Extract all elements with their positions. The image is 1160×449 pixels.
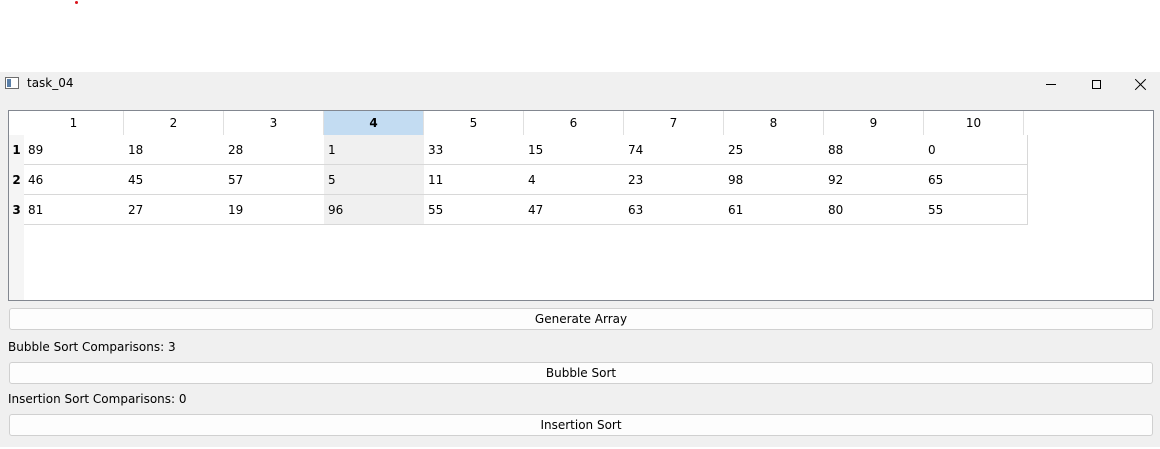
- red-dot-marker: [75, 1, 78, 4]
- column-header-9[interactable]: 9: [824, 111, 924, 135]
- insertion-sort-comparisons-label: Insertion Sort Comparisons: 0: [8, 392, 187, 406]
- table-cell[interactable]: 15: [524, 135, 628, 165]
- column-header-3[interactable]: 3: [224, 111, 324, 135]
- table-cell[interactable]: 88: [824, 135, 928, 165]
- table-cell[interactable]: 80: [824, 195, 928, 225]
- table-corner[interactable]: [9, 111, 24, 135]
- table-cell[interactable]: 19: [224, 195, 328, 225]
- table-cell[interactable]: 0: [924, 135, 1028, 165]
- close-button[interactable]: [1118, 72, 1160, 96]
- table-cell[interactable]: 18: [124, 135, 228, 165]
- column-header-4[interactable]: 4: [324, 111, 424, 135]
- app-window-icon: [5, 77, 19, 89]
- minimize-icon: [1046, 83, 1056, 85]
- table-cell[interactable]: 89: [24, 135, 128, 165]
- table-cell[interactable]: 55: [924, 195, 1028, 225]
- title-bar[interactable]: task_04: [0, 72, 1160, 96]
- row-header-3[interactable]: 3: [9, 195, 24, 225]
- table-cell[interactable]: 92: [824, 165, 928, 195]
- maximize-icon: [1091, 79, 1101, 89]
- column-header-8[interactable]: 8: [724, 111, 824, 135]
- row-header-1[interactable]: 1: [9, 135, 24, 165]
- table-cell[interactable]: 55: [424, 195, 528, 225]
- table-cell[interactable]: 27: [124, 195, 228, 225]
- table-cell[interactable]: 81: [24, 195, 128, 225]
- table-cell[interactable]: 47: [524, 195, 628, 225]
- table-cell[interactable]: 63: [624, 195, 728, 225]
- table-cell[interactable]: 4: [524, 165, 628, 195]
- column-header-6[interactable]: 6: [524, 111, 624, 135]
- table-cell[interactable]: 28: [224, 135, 328, 165]
- insertion-sort-button[interactable]: Insertion Sort: [9, 414, 1153, 436]
- table-cell[interactable]: 1: [324, 135, 428, 165]
- maximize-button[interactable]: [1073, 72, 1119, 96]
- array-table[interactable]: 1 2 3 4 5 6 7 8 9 10 1 89 18 28 1 33 15 74 25 88 0 2 46 45 57 5 11…: [8, 110, 1154, 301]
- table-cell[interactable]: 46: [24, 165, 128, 195]
- close-icon: [1135, 78, 1147, 90]
- minimize-button[interactable]: [1028, 72, 1074, 96]
- table-cell[interactable]: 65: [924, 165, 1028, 195]
- table-cell[interactable]: 98: [724, 165, 828, 195]
- table-cell[interactable]: 11: [424, 165, 528, 195]
- generate-array-button[interactable]: Generate Array: [9, 308, 1153, 330]
- bubble-sort-button[interactable]: Bubble Sort: [9, 362, 1153, 384]
- table-cell[interactable]: 96: [324, 195, 428, 225]
- table-cell[interactable]: 74: [624, 135, 728, 165]
- column-header-10[interactable]: 10: [924, 111, 1024, 135]
- row-header-2[interactable]: 2: [9, 165, 24, 195]
- column-header-5[interactable]: 5: [424, 111, 524, 135]
- table-cell[interactable]: 57: [224, 165, 328, 195]
- app-window: task_04 1 2 3 4 5 6 7 8 9 10 1 89 18 28 1 33 15 74 25 88 0 2 4…: [0, 72, 1160, 449]
- table-cell[interactable]: 5: [324, 165, 428, 195]
- column-header-7[interactable]: 7: [624, 111, 724, 135]
- table-cell[interactable]: 25: [724, 135, 828, 165]
- table-cell[interactable]: 23: [624, 165, 728, 195]
- window-title: task_04: [27, 76, 74, 90]
- table-cell[interactable]: 45: [124, 165, 228, 195]
- table-cell[interactable]: 33: [424, 135, 528, 165]
- column-header-1[interactable]: 1: [24, 111, 124, 135]
- bubble-sort-comparisons-label: Bubble Sort Comparisons: 3: [8, 340, 176, 354]
- column-header-2[interactable]: 2: [124, 111, 224, 135]
- table-cell[interactable]: 61: [724, 195, 828, 225]
